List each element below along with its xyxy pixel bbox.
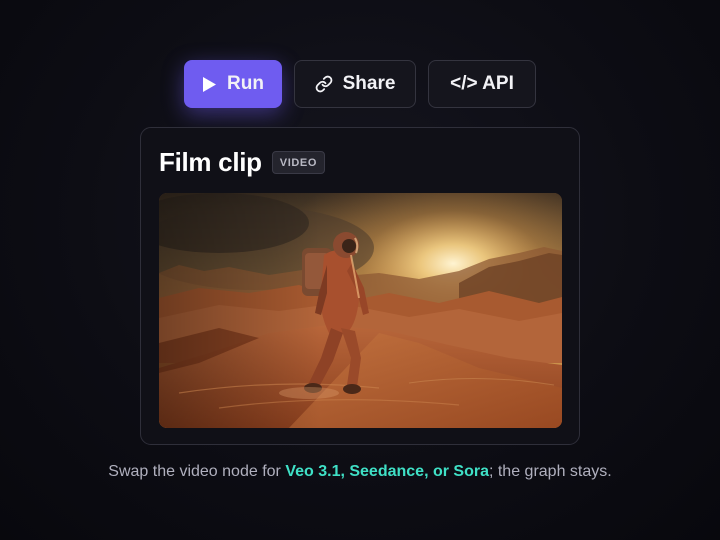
video-node-card[interactable]: Film clip VIDEO [140,127,580,445]
api-button[interactable]: </> API [428,60,536,108]
caption-suffix: ; the graph stays. [488,463,612,480]
caption: Swap the video node for Veo 3.1, Seedanc… [0,463,720,481]
caption-model-list: Veo 3.1, Seedance, or Sora [285,463,489,480]
play-icon [202,76,217,93]
video-preview[interactable] [159,193,562,428]
run-button-label: Run [227,73,264,94]
api-button-label: </> API [450,73,514,94]
video-thumbnail-image [159,193,562,428]
card-header: Film clip VIDEO [159,147,325,178]
run-button[interactable]: Run [184,60,282,108]
caption-prefix: Swap the video node for [108,463,286,480]
card-title: Film clip [159,147,262,177]
link-icon [315,75,333,93]
toolbar: Run Share </> API [184,60,536,108]
share-button-label: Share [342,73,396,94]
video-type-badge: VIDEO [271,151,325,174]
share-button[interactable]: Share [294,60,416,108]
